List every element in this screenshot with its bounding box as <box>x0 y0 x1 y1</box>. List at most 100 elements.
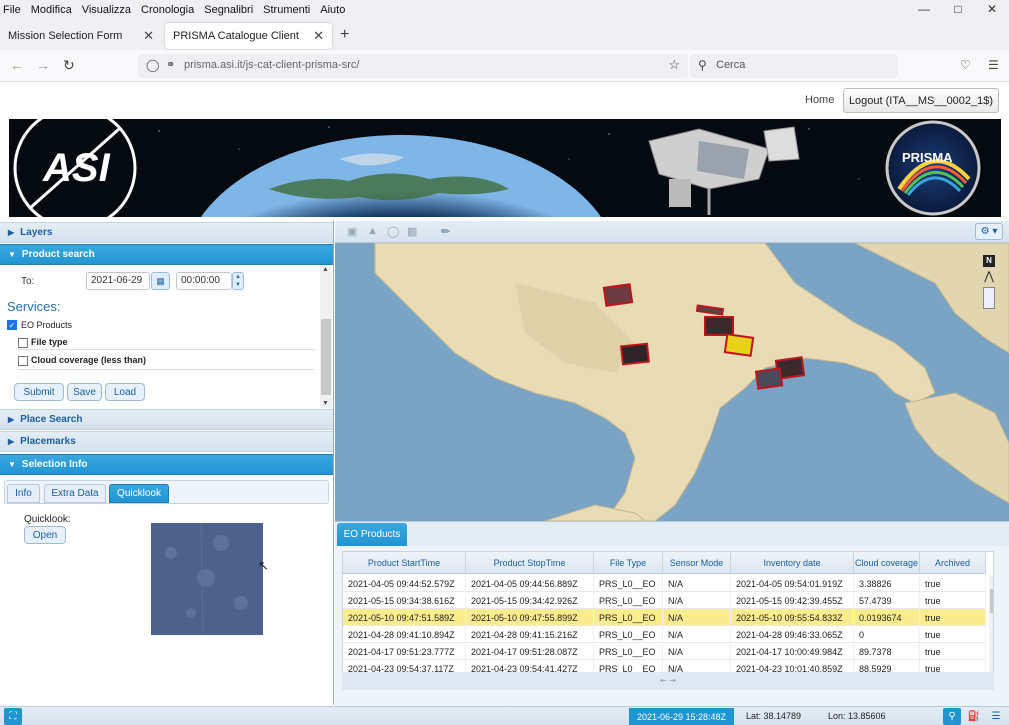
map-canvas[interactable] <box>335 243 1009 521</box>
map-tool-icon[interactable]: ▲ <box>367 225 378 237</box>
compass-north-icon[interactable]: N <box>983 255 995 267</box>
table-pager[interactable]: ⇤ ⇥ <box>342 672 994 690</box>
table-row[interactable]: 2021-04-05 09:44:52.579Z 2021-04-05 09:44… <box>343 575 986 592</box>
menu-visualizza[interactable]: Visualizza <box>82 4 131 16</box>
menu-strumenti[interactable]: Strumenti <box>263 4 310 16</box>
section-product-search-header[interactable]: ▼ Product search <box>0 244 333 265</box>
table-cell: 2021-04-28 09:46:33.065Z <box>731 626 854 643</box>
lock-icon[interactable]: ⚭ <box>166 58 175 71</box>
forward-icon[interactable]: → <box>36 57 50 73</box>
menu-modifica[interactable]: Modifica <box>31 4 72 16</box>
tab-eo-products[interactable]: EO Products <box>337 523 407 546</box>
zoom-control[interactable] <box>983 287 995 309</box>
home-link[interactable]: Home <box>805 94 834 106</box>
column-header[interactable]: File Type <box>594 552 663 574</box>
trash-icon[interactable]: ⛶ <box>4 708 22 725</box>
back-icon[interactable]: ← <box>10 57 24 73</box>
quicklook-image <box>151 523 263 635</box>
scrollbar-thumb[interactable] <box>321 319 331 395</box>
time-spinner[interactable]: ▲ ▼ <box>232 272 244 290</box>
search-icon[interactable]: ⚲ <box>943 708 961 725</box>
url-text[interactable]: prisma.asi.it/js-cat-client-prisma-src/ <box>184 59 359 71</box>
quicklook-noise <box>151 523 263 635</box>
cart-icon[interactable]: ⛽ <box>965 708 983 725</box>
load-button[interactable]: Load <box>105 383 145 401</box>
list-icon[interactable]: ☰ <box>987 708 1005 725</box>
footprint[interactable] <box>754 367 784 390</box>
scroll-up-icon[interactable]: ▲ <box>322 266 329 273</box>
tab-extra-data[interactable]: Extra Data <box>44 484 106 503</box>
tab-info[interactable]: Info <box>7 484 40 503</box>
table-cell: 2021-05-15 09:42:39.455Z <box>731 592 854 609</box>
table-row[interactable]: 2021-04-17 09:51:23.777Z 2021-04-17 09:51… <box>343 643 986 660</box>
table-row[interactable]: 2021-04-28 09:41:10.894Z 2021-04-28 09:41… <box>343 626 986 643</box>
address-bar[interactable]: ◯ ⚭ prisma.asi.it/js-cat-client-prisma-s… <box>138 54 688 78</box>
section-layers-header[interactable]: ▶ Layers <box>0 222 333 243</box>
scroll-down-icon[interactable]: ▼ <box>322 400 329 407</box>
footprint[interactable] <box>620 342 650 366</box>
browser-tab-mission-selection[interactable]: Mission Selection Form ✕ <box>0 23 162 49</box>
section-label: Selection Info <box>21 459 88 470</box>
map-settings-gear-icon[interactable]: ⚙ ▾ <box>975 223 1003 240</box>
menu-cronologia[interactable]: Cronologia <box>141 4 194 16</box>
column-header[interactable]: Sensor Mode <box>663 552 731 574</box>
table-scrollbar[interactable] <box>989 575 993 674</box>
column-header[interactable]: Inventory date <box>731 552 854 574</box>
close-tab-icon[interactable]: ✕ <box>313 28 324 44</box>
new-tab-icon[interactable]: + <box>340 26 349 44</box>
pocket-icon[interactable]: ♡ <box>960 58 971 72</box>
satellite-illustration <box>648 126 800 215</box>
browser-search-field[interactable]: ⚲ Cerca <box>690 54 898 78</box>
map-navigation-controls: N ⋀ <box>983 255 997 309</box>
menu-aiuto[interactable]: Aiuto <box>320 4 345 16</box>
to-time-input[interactable]: 00:00:00 <box>176 272 232 290</box>
footprint[interactable] <box>602 283 634 307</box>
table-cell: true <box>920 643 986 660</box>
eo-products-table: Product StartTime Product StopTime File Ty… <box>342 551 994 675</box>
calendar-icon[interactable]: ▦ <box>151 272 170 290</box>
column-header[interactable]: Cloud coverage <box>854 552 920 574</box>
reload-icon[interactable]: ↻ <box>63 57 75 74</box>
column-header[interactable]: Product StopTime <box>466 552 594 574</box>
shield-icon[interactable]: ◯ <box>146 58 159 72</box>
status-longitude: Lon: 13.85606 <box>828 711 886 721</box>
logout-button[interactable]: Logout (ITA__MS__0002_1$) <box>843 88 999 113</box>
maximize-icon[interactable]: □ <box>941 0 975 18</box>
tilt-arrow-icon[interactable]: ⋀ <box>983 269 995 285</box>
table-cell: 2021-04-28 09:41:10.894Z <box>343 626 466 643</box>
scrollbar-thumb[interactable] <box>990 589 993 613</box>
browser-tab-prisma-catalogue[interactable]: PRISMA Catalogue Client ✕ <box>165 23 332 49</box>
footprint-selected[interactable] <box>723 333 755 357</box>
section-placemarks-header[interactable]: ▶ Placemarks <box>0 431 333 452</box>
table-row[interactable]: 2021-05-15 09:34:38.616Z 2021-05-15 09:34… <box>343 592 986 609</box>
menu-segnalibri[interactable]: Segnalibri <box>204 4 253 16</box>
eo-products-checkbox[interactable]: ✓ <box>7 320 17 330</box>
close-tab-icon[interactable]: ✕ <box>143 28 154 44</box>
map-tool-icon[interactable]: ◯ <box>387 225 399 238</box>
to-date-input[interactable]: 2021-06-29 <box>86 272 150 290</box>
bookmark-star-icon[interactable]: ☆ <box>668 57 680 73</box>
map-view[interactable] <box>335 243 1009 521</box>
map-tool-icon[interactable]: ▩ <box>407 225 417 238</box>
menu-file[interactable]: File <box>3 4 21 16</box>
minimize-icon[interactable]: — <box>907 0 941 18</box>
map-tool-icon[interactable]: ▣ <box>347 225 357 238</box>
hamburger-menu-icon[interactable]: ☰ <box>988 58 999 72</box>
collapse-arrow-icon: ▼ <box>8 460 16 469</box>
section-selection-info-header[interactable]: ▼ Selection Info <box>0 454 333 475</box>
panel-scrollbar[interactable]: ▲ ▼ <box>320 265 332 408</box>
save-button[interactable]: Save <box>67 383 102 401</box>
table-row-selected[interactable]: 2021-05-10 09:47:51.589Z 2021-05-10 09:47… <box>343 609 986 626</box>
file-type-checkbox[interactable] <box>18 338 28 348</box>
close-window-icon[interactable]: ✕ <box>975 0 1009 18</box>
footprint[interactable] <box>704 316 734 336</box>
measure-ruler-icon[interactable]: ✏ <box>441 225 450 238</box>
column-header[interactable]: Archived <box>920 552 986 574</box>
submit-button[interactable]: Submit <box>14 383 64 401</box>
tab-quicklook[interactable]: Quicklook <box>109 484 169 503</box>
open-quicklook-button[interactable]: Open <box>24 526 66 544</box>
section-place-search-header[interactable]: ▶ Place Search <box>0 409 333 430</box>
search-placeholder: Cerca <box>716 59 746 71</box>
cloud-coverage-checkbox[interactable] <box>18 356 28 366</box>
column-header[interactable]: Product StartTime <box>343 552 466 574</box>
